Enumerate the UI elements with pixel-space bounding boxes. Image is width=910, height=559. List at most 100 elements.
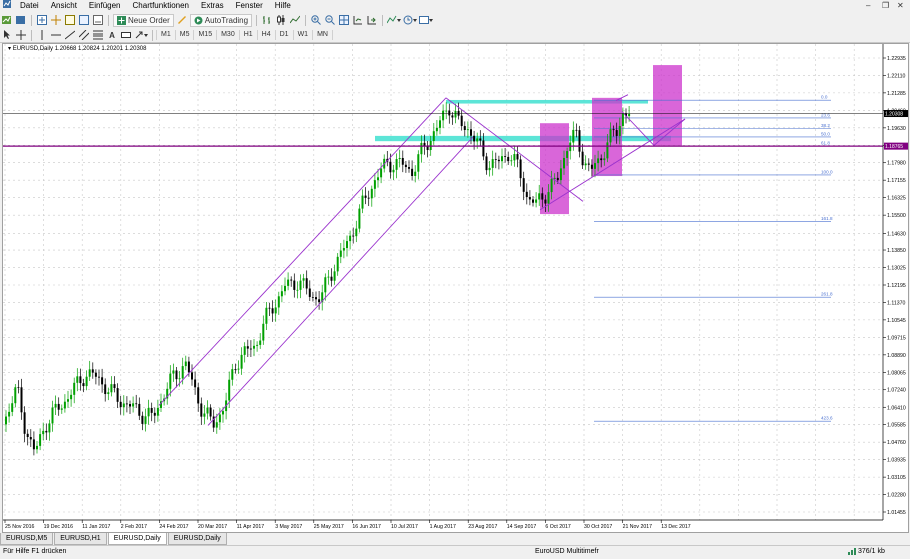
separator <box>256 14 258 26</box>
cursor-icon[interactable] <box>1 29 13 41</box>
menu-fenster[interactable]: Fenster <box>230 0 269 12</box>
candle-body <box>513 154 516 161</box>
candle-body <box>395 159 398 170</box>
candle-body <box>609 129 612 143</box>
timeframe-d1[interactable]: D1 <box>274 30 293 40</box>
tab-eurusd-m5[interactable]: EURUSD,M5 <box>0 533 54 545</box>
autoscroll-icon[interactable] <box>366 14 378 26</box>
candle-body <box>191 372 193 380</box>
fibonacci-icon[interactable] <box>92 29 104 41</box>
zoom-out-icon[interactable] <box>324 14 336 26</box>
candle-body <box>308 288 311 297</box>
timeframe-m30[interactable]: M30 <box>216 30 239 40</box>
time-label: 13 Dec 2017 <box>661 524 691 530</box>
timeframe-w1[interactable]: W1 <box>292 30 313 40</box>
drawing-objects[interactable] <box>3 94 883 426</box>
candle-body <box>445 110 448 112</box>
separator <box>108 14 109 26</box>
price-label: 1.10545 <box>887 318 906 324</box>
timeframe-m15[interactable]: M15 <box>193 30 216 40</box>
candle-body <box>411 168 414 176</box>
timeframe-h4[interactable]: H4 <box>256 30 275 40</box>
candle-body <box>17 387 20 389</box>
arrows-tool-icon[interactable] <box>134 29 148 41</box>
chart-title-text: EURUSD,Daily 1.20668 1.20824 1.20201 1.2… <box>12 46 147 52</box>
vertical-line-icon[interactable] <box>36 29 48 41</box>
menu-hilfe[interactable]: Hilfe <box>269 0 297 12</box>
timeframe-m5[interactable]: M5 <box>174 30 194 40</box>
navigator-icon[interactable] <box>64 14 76 26</box>
time-axis: 25 Nov 2016 19 Dec 2016 11 Jan 2017 2 Feb 2… <box>3 519 883 530</box>
indicators-icon[interactable] <box>387 14 402 26</box>
restore-icon[interactable]: ❐ <box>882 0 889 12</box>
close-icon[interactable]: ✕ <box>897 0 904 12</box>
candle-body <box>132 403 135 407</box>
menu-app-icon[interactable] <box>0 0 14 12</box>
menu-chartfunktionen[interactable]: Chartfunktionen <box>127 0 195 12</box>
tester-icon[interactable] <box>92 14 104 26</box>
time-label: 11 Apr 2017 <box>237 524 265 530</box>
candle-body <box>299 280 302 290</box>
tab-eurusd-daily[interactable]: EURUSD,Daily <box>167 533 227 545</box>
new-order-button[interactable]: Neue Order <box>113 13 174 27</box>
tab-eurusd-daily-active[interactable]: EURUSD,Daily <box>107 533 167 545</box>
candle-body <box>178 378 181 380</box>
timeframe-mn[interactable]: MN <box>312 30 333 40</box>
timeframe-m1[interactable]: M1 <box>156 30 175 40</box>
new-chart-icon[interactable] <box>1 14 13 26</box>
bar-chart-icon[interactable] <box>261 14 273 26</box>
templates-icon[interactable] <box>419 14 434 26</box>
chart-tabs: EURUSD,M5 EURUSD,H1 EURUSD,Daily EURUSD,… <box>0 533 910 545</box>
trendline-icon[interactable] <box>64 29 76 41</box>
candle-body <box>5 416 7 425</box>
timeframe-h1[interactable]: H1 <box>238 30 257 40</box>
tab-eurusd-h1[interactable]: EURUSD,H1 <box>54 533 107 545</box>
tile-windows-icon[interactable] <box>338 14 350 26</box>
channel-icon[interactable] <box>78 29 90 41</box>
metaeditor-icon[interactable] <box>176 14 188 26</box>
candlestick-icon[interactable] <box>275 14 287 26</box>
candle-body <box>85 376 88 387</box>
candle-body <box>82 383 85 387</box>
candle-body <box>54 403 57 408</box>
candle-body <box>572 129 575 143</box>
candle-body <box>215 422 218 428</box>
candle-body <box>138 403 141 416</box>
menu-einfuegen[interactable]: Einfügen <box>83 0 127 12</box>
candle-body <box>522 178 525 192</box>
price-chart[interactable]: 0.023.638.250.061.8100.0161.8261.8423.6 … <box>3 44 908 532</box>
time-label: 30 Oct 2017 <box>584 524 612 530</box>
candle-body <box>590 164 593 169</box>
text-tool-icon[interactable]: A <box>106 29 118 41</box>
horizontal-line-icon[interactable] <box>50 29 62 41</box>
autotrading-button[interactable]: AutoTrading <box>189 13 253 27</box>
periods-icon[interactable] <box>403 14 418 26</box>
line-chart-icon[interactable] <box>289 14 301 26</box>
menu-bar: Datei Ansicht Einfügen Chartfunktionen E… <box>0 0 910 12</box>
minimize-icon[interactable]: – <box>866 0 870 12</box>
fib-level-label: 161.8 <box>821 216 833 221</box>
crosshair-icon[interactable] <box>15 29 27 41</box>
candle-body <box>466 129 469 131</box>
fib-level-label: 38.2 <box>821 123 830 128</box>
candle-body <box>479 138 482 141</box>
zoom-in-icon[interactable] <box>310 14 322 26</box>
separator <box>152 29 153 41</box>
market-watch-icon[interactable] <box>36 14 48 26</box>
candle-body <box>553 177 556 179</box>
terminal-icon[interactable] <box>78 14 90 26</box>
profiles-icon[interactable] <box>15 14 27 26</box>
chart-shift-icon[interactable] <box>352 14 364 26</box>
chart-window[interactable]: ▾ EURUSD,Daily 1.20668 1.20824 1.20201 1… <box>2 43 909 533</box>
menu-datei[interactable]: Datei <box>14 0 45 12</box>
price-label: 1.14630 <box>887 232 906 238</box>
candle-body <box>451 115 454 118</box>
candle-body <box>113 384 116 389</box>
menu-ansicht[interactable]: Ansicht <box>45 0 83 12</box>
candle-body <box>181 366 184 379</box>
candle-body <box>73 382 76 395</box>
data-window-icon[interactable] <box>50 14 62 26</box>
label-tool-icon[interactable] <box>120 29 132 41</box>
candle-body <box>519 159 522 179</box>
menu-extras[interactable]: Extras <box>195 0 230 12</box>
